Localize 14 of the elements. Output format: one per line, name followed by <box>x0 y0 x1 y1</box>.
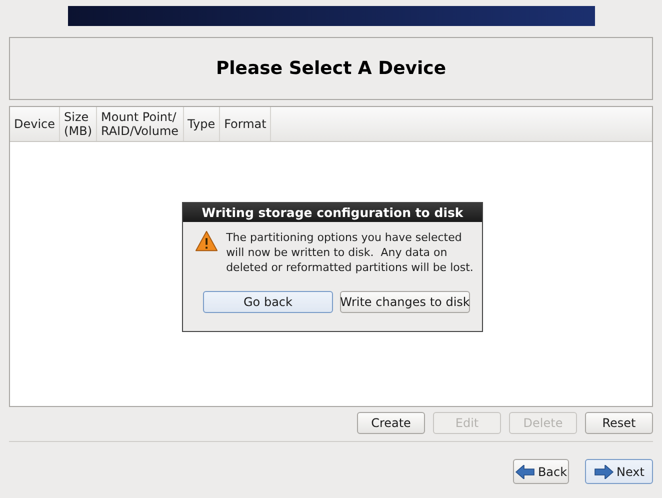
column-header[interactable]: Format <box>220 107 272 141</box>
dialog-button[interactable]: Go back <box>203 291 333 313</box>
page-title: Please Select A Device <box>216 58 446 79</box>
dialog-message: The partitioning options you have selected will now be written to disk. Any data on deleted or reformatted partitions will be lost. <box>226 230 474 275</box>
back-button[interactable]: Back <box>513 459 569 484</box>
next-button[interactable]: Next <box>585 459 653 484</box>
action-button[interactable]: Create <box>357 412 425 434</box>
dialog-title: Writing storage configuration to disk <box>183 203 482 222</box>
action-button[interactable]: Reset <box>585 412 653 434</box>
dialog-button[interactable]: Write changes to disk <box>340 291 470 313</box>
column-header[interactable]: Mount Point/ RAID/Volume <box>97 107 184 141</box>
column-header[interactable]: Size (MB) <box>60 107 97 141</box>
column-header[interactable]: Type <box>184 107 220 141</box>
column-header[interactable]: Device <box>10 107 60 141</box>
